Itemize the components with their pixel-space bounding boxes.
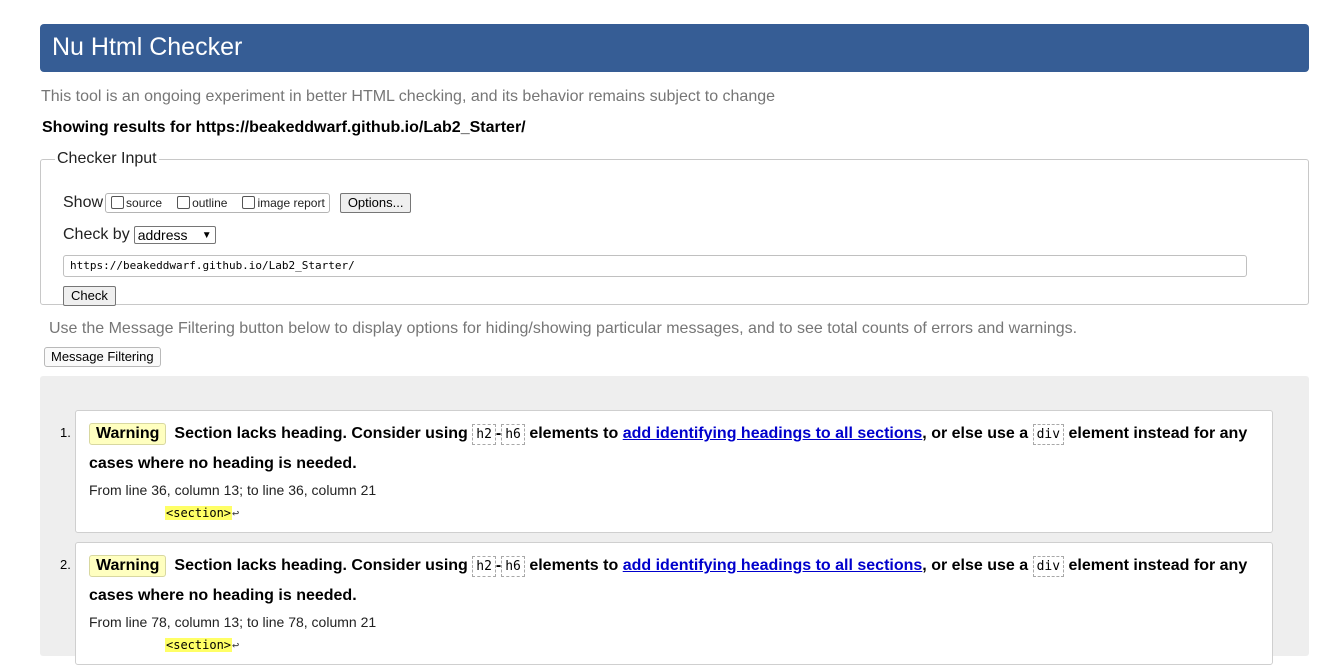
message-text: Warning Section lacks heading. Consider u… <box>76 543 1272 610</box>
extract-highlight: <section> <box>165 638 233 652</box>
image-report-checkbox-label: image report <box>257 196 325 210</box>
message-extract: <section>↩ <box>76 636 1272 654</box>
message-text-part: Section lacks heading. Consider using <box>174 425 473 442</box>
message-item: 2. Warning Section lacks heading. Conside… <box>60 542 1273 665</box>
message-item: 1. Warning Section lacks heading. Conside… <box>60 410 1273 533</box>
message-text-part: , or else use a <box>922 425 1033 442</box>
message-number: 2. <box>60 557 71 572</box>
show-label: Show <box>63 194 104 211</box>
message-text-part: elements to <box>524 425 623 442</box>
message-location[interactable]: From line 78, column 13; to line 78, col… <box>76 612 1272 632</box>
source-checkbox-label: source <box>126 196 163 210</box>
options-button[interactable]: Options... <box>339 193 412 213</box>
warning-badge: Warning <box>89 423 167 445</box>
check-by-row: Check by address ▼ <box>63 226 216 244</box>
outline-checkbox[interactable] <box>177 195 191 209</box>
code-h2: h2 <box>472 556 496 577</box>
results-for-heading: Showing results for https://beakeddwarf.… <box>42 119 526 136</box>
check-button[interactable]: Check <box>63 286 116 306</box>
check-by-select[interactable]: address ▼ <box>133 226 216 244</box>
app-header: Nu Html Checker <box>40 24 1309 72</box>
message-filtering-note: Use the Message Filtering button below t… <box>49 320 1078 337</box>
page-title: Nu Html Checker <box>52 33 243 61</box>
checker-input-panel: Checker Input Show source outline image … <box>40 150 1309 306</box>
message-filtering-button[interactable]: Message Filtering <box>44 347 161 367</box>
show-outline-option[interactable]: outline <box>174 195 228 210</box>
headings-help-link[interactable]: add identifying headings to all sections <box>623 425 923 442</box>
warning-badge: Warning <box>89 555 167 577</box>
checker-input-legend: Checker Input <box>57 150 157 167</box>
message-number: 1. <box>60 425 71 440</box>
code-div: div <box>1032 424 1065 445</box>
headings-help-link[interactable]: add identifying headings to all sections <box>623 557 923 574</box>
line-feed-icon: ↩ <box>232 638 240 652</box>
code-div: div <box>1032 556 1065 577</box>
show-image-report-option[interactable]: image report <box>239 195 325 210</box>
code-h6: h6 <box>501 424 525 445</box>
extract-highlight: <section> <box>165 506 233 520</box>
results-area: 1. Warning Section lacks heading. Conside… <box>40 376 1309 665</box>
line-feed-icon: ↩ <box>232 506 240 520</box>
check-by-label: Check by <box>63 226 130 243</box>
show-row: Show source outline image report Options… <box>63 193 412 213</box>
message-text-part: , or else use a <box>922 557 1033 574</box>
chevron-down-icon: ▼ <box>201 229 212 241</box>
code-h6: h6 <box>501 556 525 577</box>
tool-description: This tool is an ongoing experiment in be… <box>41 88 776 105</box>
show-options-group: source outline image report <box>105 193 330 213</box>
message-text-part: elements to <box>524 557 623 574</box>
source-checkbox[interactable] <box>111 195 125 209</box>
url-input[interactable]: https://beakeddwarf.github.io/Lab2_Start… <box>63 255 1247 277</box>
outline-checkbox-label: outline <box>192 196 228 210</box>
code-h2: h2 <box>472 424 496 445</box>
show-source-option[interactable]: source <box>108 195 163 210</box>
message-text: Warning Section lacks heading. Consider u… <box>76 411 1272 478</box>
message-extract: <section>↩ <box>76 504 1272 522</box>
image-report-checkbox[interactable] <box>242 195 256 209</box>
message-text-part: Section lacks heading. Consider using <box>174 557 473 574</box>
check-by-selected-value: address <box>137 227 188 243</box>
message-location[interactable]: From line 36, column 13; to line 36, col… <box>76 480 1272 500</box>
